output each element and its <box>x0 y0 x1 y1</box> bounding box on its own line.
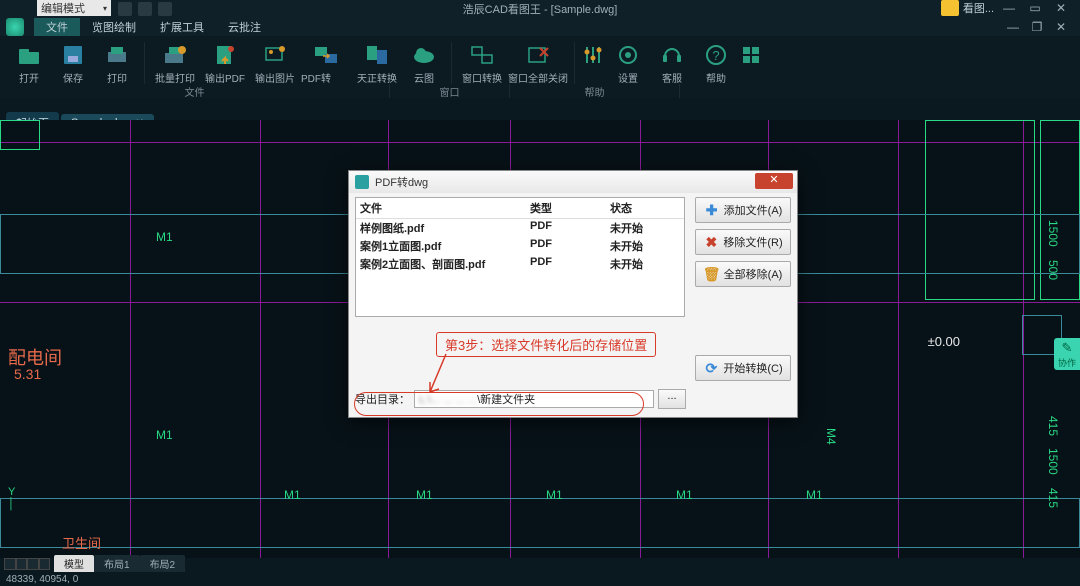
window-close-all-icon <box>525 42 551 68</box>
refresh-icon: ⟳ <box>703 360 719 376</box>
app-title: 浩辰CAD看图王 - [Sample.dwg] <box>463 1 618 17</box>
ribbon-group-help: 帮助 <box>510 84 680 98</box>
annotation-step3: 第3步：选择文件转化后的存储位置 <box>436 332 656 357</box>
grid-button[interactable] <box>739 40 763 70</box>
image-export-icon <box>262 42 288 68</box>
window-close-all-button[interactable]: 窗口全部关闭 <box>508 40 568 87</box>
save-icon <box>60 42 86 68</box>
save-button[interactable]: 保存 <box>52 40 94 87</box>
cloud-drawing-button[interactable]: 云图 <box>403 40 445 87</box>
support-button[interactable]: 客服 <box>651 40 693 87</box>
print-icon <box>104 42 130 68</box>
minimize-button[interactable]: — <box>998 0 1020 16</box>
trash-icon: 🗑 <box>704 266 720 282</box>
batch-print-button[interactable]: 批量打印 <box>151 40 199 87</box>
mode-select[interactable]: 编辑模式 ▾ <box>37 0 111 16</box>
menu-file[interactable]: 文件 <box>34 18 80 36</box>
room-area: 5.31 <box>14 366 41 382</box>
qat-icon-2[interactable] <box>138 2 152 16</box>
folder-open-icon <box>16 42 42 68</box>
dialog-icon <box>355 175 369 189</box>
pdf-to-cad-icon <box>313 42 339 68</box>
layout-tab-1[interactable]: 布局1 <box>94 555 140 572</box>
qat-icon-3[interactable] <box>158 2 172 16</box>
col-type: 类型 <box>530 200 610 216</box>
layout-tab-model[interactable]: 模型 <box>54 555 94 572</box>
output-dir-label: 导出目录： <box>355 391 410 407</box>
col-status: 状态 <box>610 200 670 216</box>
file-row[interactable]: 案例2立面图、剖面图.pdfPDF未开始 <box>356 255 684 273</box>
ribbon-group-window: 窗口 <box>390 84 510 98</box>
file-row[interactable]: 样例图纸.pdfPDF未开始 <box>356 219 684 237</box>
child-restore-button[interactable]: ❐ <box>1026 19 1048 35</box>
close-button[interactable]: ✕ <box>1050 0 1072 16</box>
layout-tab-2[interactable]: 布局2 <box>140 555 186 572</box>
convert-icon <box>364 42 390 68</box>
window-switch-button[interactable]: 窗口转换 <box>458 40 506 87</box>
browse-button[interactable]: ... <box>658 389 686 409</box>
pdf-to-dwg-dialog: PDF转dwg ✕ 文件 类型 状态 样例图纸.pdfPDF未开始 案例1立面图… <box>348 170 798 418</box>
sliders-icon <box>580 42 606 68</box>
output-dir-input[interactable]: L:\... ... ... ...\新建文件夹 <box>414 390 654 408</box>
gear-icon <box>615 42 641 68</box>
quick-access-toolbar <box>118 2 172 16</box>
app-logo-icon <box>6 18 24 36</box>
sliders-button[interactable] <box>581 40 605 70</box>
elevation-label: ±0.00 <box>928 334 960 349</box>
help-button[interactable]: ?帮助 <box>695 40 737 87</box>
menu-cloud[interactable]: 云批注 <box>216 18 273 36</box>
dialog-close-button[interactable]: ✕ <box>755 173 793 189</box>
dialog-title: PDF转dwg <box>375 174 428 190</box>
child-close-button[interactable]: ✕ <box>1050 19 1072 35</box>
child-minimize-button[interactable]: — <box>1002 19 1024 35</box>
tianzheng-button[interactable]: 天正转换 <box>353 40 401 87</box>
pdf-export-icon <box>212 42 238 68</box>
mode-select-label: 编辑模式 <box>41 0 85 16</box>
open-button[interactable]: 打开 <box>8 40 50 87</box>
batch-print-icon <box>162 42 188 68</box>
print-button[interactable]: 打印 <box>96 40 138 87</box>
help-icon: ? <box>703 42 729 68</box>
headset-icon <box>659 42 685 68</box>
menu-draw[interactable]: 览图绘制 <box>80 18 148 36</box>
add-file-button[interactable]: ✚添加文件(A) <box>695 197 791 223</box>
status-coords: 48339, 40954, 0 <box>6 574 78 585</box>
grid-icon <box>738 42 764 68</box>
ribbon-group-file: 文件 <box>0 84 390 98</box>
maximize-button[interactable]: ▭ <box>1024 0 1046 16</box>
export-pdf-button[interactable]: 输出PDF <box>201 40 249 87</box>
qat-icon-1[interactable] <box>118 2 132 16</box>
x-icon: ✖ <box>703 234 719 250</box>
col-file: 文件 <box>360 200 530 216</box>
remove-all-button[interactable]: 🗑全部移除(A) <box>695 261 791 287</box>
chevron-down-icon: ▾ <box>103 4 107 13</box>
ucs-y-icon: Y│ <box>8 486 15 510</box>
svg-text:?: ? <box>712 48 719 63</box>
menu-tools[interactable]: 扩展工具 <box>148 18 216 36</box>
user-avatar[interactable] <box>941 0 959 16</box>
user-name: 看图... <box>963 0 994 16</box>
side-widget-collab[interactable]: ✎ 协作 <box>1054 338 1080 370</box>
start-convert-button[interactable]: ⟳开始转换(C) <box>695 355 791 381</box>
file-list[interactable]: 文件 类型 状态 样例图纸.pdfPDF未开始 案例1立面图.pdfPDF未开始… <box>355 197 685 317</box>
window-switch-icon <box>469 42 495 68</box>
settings-button[interactable]: 设置 <box>607 40 649 87</box>
cloud-icon <box>411 42 437 68</box>
file-row[interactable]: 案例1立面图.pdfPDF未开始 <box>356 237 684 255</box>
plus-icon: ✚ <box>704 202 720 218</box>
viewport-controls[interactable] <box>4 558 50 570</box>
remove-file-button[interactable]: ✖移除文件(R) <box>695 229 791 255</box>
export-image-button[interactable]: 输出图片 <box>251 40 299 87</box>
